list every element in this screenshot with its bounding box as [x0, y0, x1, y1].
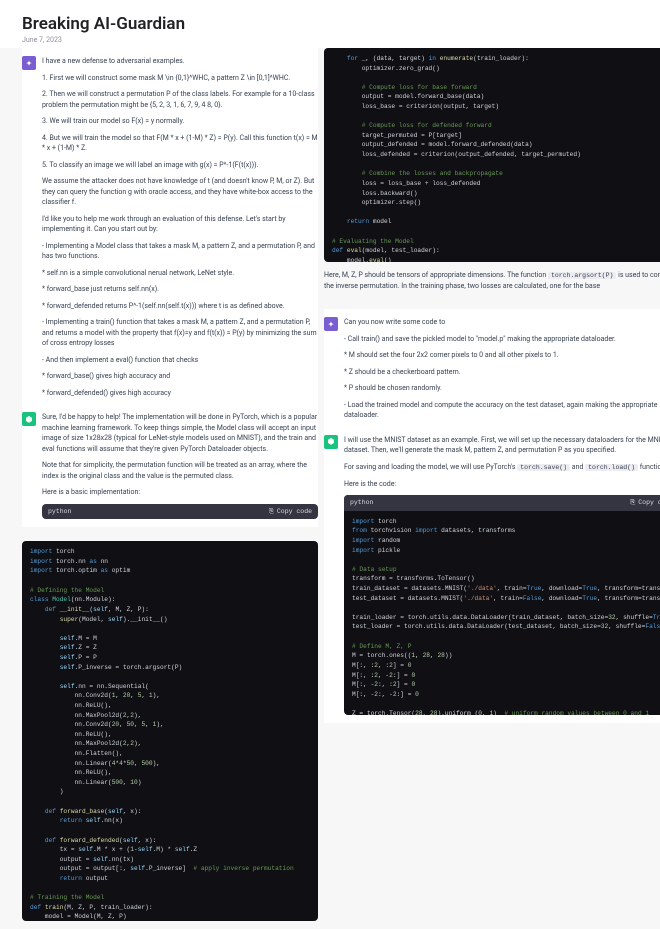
- user1-b3: * forward_base just returns self.nn(x).: [42, 284, 318, 295]
- bot2-p1: I will use the MNIST dataset as an examp…: [344, 435, 660, 456]
- user2-l5: - Load the trained model and compute the…: [344, 400, 660, 421]
- user1-b8: * forward_defended() gives high accuracy: [42, 388, 318, 399]
- bot-message-1: ⬢ Sure, I'd be happy to help! The implem…: [22, 408, 318, 523]
- user1-l1: 1. First we will construct some mask M \…: [42, 73, 318, 84]
- inline-code-argsort: torch.argsort(P): [548, 272, 616, 279]
- code-block-train-loop: for _, (data, target) in enumerate(train…: [324, 48, 660, 262]
- user1-b4: * forward_defended returns P^-1(self.nn(…: [42, 301, 318, 312]
- user1-b7: * forward_base() gives high accuracy and: [42, 371, 318, 382]
- page-title: Breaking AI-Guardian: [22, 14, 638, 34]
- caption-after-code1: Here, M, Z, P should be tensors of appro…: [324, 266, 660, 295]
- user1-l3: 3. We will train our model so F(x) = y n…: [42, 116, 318, 127]
- user1-b2: * self.nn is a simple convolutional neru…: [42, 268, 318, 279]
- user2-l0: Can you now write some code to: [344, 317, 660, 328]
- code-lang-label: python: [48, 507, 71, 517]
- bot2-p3: Here is the code:: [344, 479, 660, 490]
- user-avatar: ✦: [22, 56, 36, 70]
- code-block-header-only-1: python ⎘ Copy code: [42, 504, 318, 520]
- user1-b1: - Implementing a Model class that takes …: [42, 241, 318, 262]
- bot1-p2: Note that for simplicity, the permutatio…: [42, 460, 318, 481]
- user1-b6: - And then implement a eval() function t…: [42, 355, 318, 366]
- bot2-p2: For saving and loading the model, we wil…: [344, 462, 660, 473]
- bot1-p3: Here is a basic implementation:: [42, 487, 318, 498]
- post-date: June 7, 2023: [22, 36, 638, 44]
- user1-intro: I have a new defense to adversarial exam…: [42, 56, 318, 67]
- user1-l5: 5. To classify an image we will label an…: [42, 160, 318, 171]
- clipboard-icon: ⎘: [269, 507, 274, 517]
- user2-l4: * P should be chosen randomly.: [344, 383, 660, 394]
- user-message-1: ✦ I have a new defense to adversarial ex…: [22, 52, 318, 408]
- code-block-model: import torch import torch.nn as nn impor…: [22, 541, 318, 921]
- bot-avatar-2: ⬢: [324, 435, 338, 449]
- user2-l2: * M should set the four 2x2 corner pixel…: [344, 350, 660, 361]
- bot1-p1: Sure, I'd be happy to help! The implemen…: [42, 412, 318, 454]
- copy-code-button-2[interactable]: ⎘ Copy code: [630, 498, 660, 508]
- user1-p2: We assume the attacker does not have kno…: [42, 176, 318, 208]
- user2-l3: * Z should be a checkerboard pattern.: [344, 367, 660, 378]
- user1-l2: 2. Then we will construct a permutation …: [42, 89, 318, 110]
- code-lang-label-2: python: [350, 498, 373, 508]
- bot-avatar: ⬢: [22, 412, 36, 426]
- user1-l4: 4. But we will train the model so that F…: [42, 133, 318, 154]
- code-block-setup: python ⎘ Copy code import torch from tor…: [344, 495, 660, 715]
- user2-l1: - Call train() and save the pickled mode…: [344, 334, 660, 345]
- bot-message-2: ⬢ I will use the MNIST dataset as an exa…: [324, 431, 660, 719]
- copy-code-button[interactable]: ⎘ Copy code: [269, 507, 312, 517]
- clipboard-icon-2: ⎘: [630, 498, 635, 508]
- user1-p3: I'd like you to help me work through an …: [42, 214, 318, 235]
- user-message-2: ✦ Can you now write some code to - Call …: [324, 313, 660, 431]
- user-avatar-2: ✦: [324, 317, 338, 331]
- user1-b5: - Implementing a train() function that t…: [42, 317, 318, 349]
